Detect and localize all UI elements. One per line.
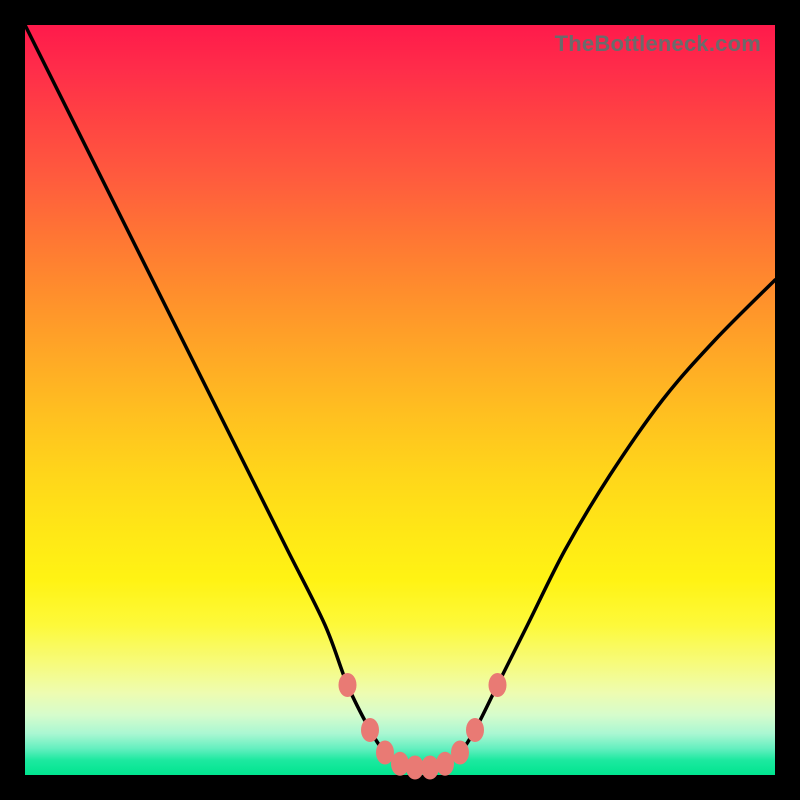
marker-group xyxy=(339,673,507,780)
curve-marker xyxy=(421,756,439,780)
chart-frame: TheBottleneck.com xyxy=(0,0,800,800)
bottleneck-curve xyxy=(25,25,775,775)
curve-marker xyxy=(466,718,484,742)
curve-marker xyxy=(451,741,469,765)
plot-area: TheBottleneck.com xyxy=(25,25,775,775)
curve-marker xyxy=(391,752,409,776)
curve-marker xyxy=(489,673,507,697)
curve-marker xyxy=(339,673,357,697)
curve-path xyxy=(25,25,775,768)
curve-marker xyxy=(361,718,379,742)
